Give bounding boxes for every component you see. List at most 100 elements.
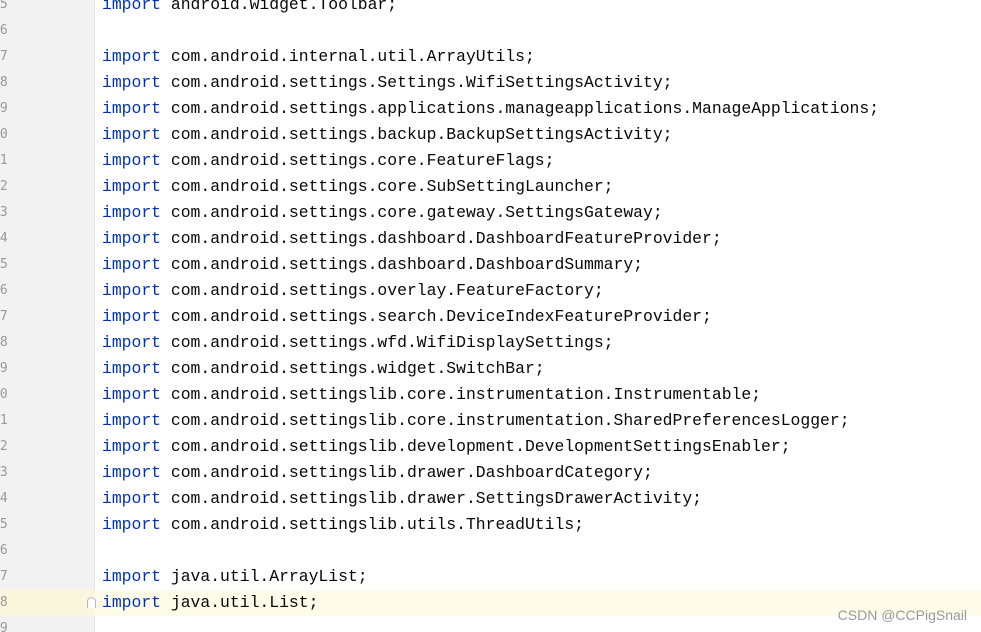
line-number-cell: 70	[0, 382, 94, 408]
code-line[interactable]: 61 import com.android.settings.core.Featu…	[0, 148, 981, 174]
code-line[interactable]: 69 import com.android.settings.widget.Swi…	[0, 356, 981, 382]
import-keyword: import	[102, 307, 162, 326]
line-number-cell: 66	[0, 278, 94, 304]
code-line[interactable]: 58 import com.android.settings.Settings.W…	[0, 70, 981, 96]
import-path: com.android.settings.core.gateway.Settin…	[170, 203, 663, 222]
import-path: com.android.settings.wfd.WifiDisplaySett…	[170, 333, 614, 352]
import-statement: import com.android.settings.applications…	[102, 96, 879, 122]
code-line[interactable]: 65 import com.android.settings.dashboard.…	[0, 252, 981, 278]
line-number-cell: 72	[0, 434, 94, 460]
import-path: com.android.settings.applications.manage…	[170, 99, 880, 118]
line-number-cell: 59	[0, 96, 94, 122]
line-number: 58	[0, 75, 8, 90]
import-path: java.util.ArrayList;	[170, 567, 368, 586]
import-path: com.android.settings.dashboard.Dashboard…	[170, 229, 722, 248]
line-number: 57	[0, 49, 8, 64]
import-statement: import com.android.settingslib.drawer.Da…	[102, 460, 653, 486]
import-keyword: import	[102, 0, 162, 14]
code-line[interactable]: 60 import com.android.settings.backup.Bac…	[0, 122, 981, 148]
line-number-cell: 61	[0, 148, 94, 174]
code-line[interactable]: 59 import com.android.settings.applicatio…	[0, 96, 981, 122]
code-line[interactable]: 67 import com.android.settings.search.Dev…	[0, 304, 981, 330]
import-statement: import com.android.settings.core.SubSett…	[102, 174, 614, 200]
import-path: com.android.settings.core.FeatureFlags;	[170, 151, 555, 170]
import-path: com.android.settingslib.drawer.SettingsD…	[170, 489, 703, 508]
code-line[interactable]: 77 import java.util.ArrayList;	[0, 564, 981, 590]
import-statement: import com.android.settings.wfd.WifiDisp…	[102, 330, 614, 356]
code-line[interactable]: 76	[0, 538, 981, 564]
code-line[interactable]: 55 import android.widget.Toolbar;	[0, 0, 981, 18]
code-line[interactable]: 64 import com.android.settings.dashboard.…	[0, 226, 981, 252]
line-number: 61	[0, 153, 8, 168]
line-number-cell: 74	[0, 486, 94, 512]
code-line[interactable]: 75 import com.android.settingslib.utils.T…	[0, 512, 981, 538]
code-line[interactable]: 63 import com.android.settings.core.gatew…	[0, 200, 981, 226]
line-number: 74	[0, 491, 8, 506]
code-line[interactable]: 72 import com.android.settingslib.develop…	[0, 434, 981, 460]
import-keyword: import	[102, 463, 162, 482]
line-number: 67	[0, 309, 8, 324]
import-path: com.android.settingslib.drawer.Dashboard…	[170, 463, 653, 482]
line-number-cell: 69	[0, 356, 94, 382]
line-number-cell: 78	[0, 590, 96, 616]
line-number: 65	[0, 257, 8, 272]
import-statement: import com.android.settings.core.Feature…	[102, 148, 554, 174]
import-keyword: import	[102, 489, 162, 508]
import-keyword: import	[102, 359, 162, 378]
import-keyword: import	[102, 229, 162, 248]
line-number-cell: 75	[0, 512, 94, 538]
import-keyword: import	[102, 47, 162, 66]
line-number: 77	[0, 569, 8, 584]
line-number-cell: 76	[0, 538, 94, 564]
import-keyword: import	[102, 437, 162, 456]
import-keyword: import	[102, 203, 162, 222]
import-statement: import com.android.settingslib.core.inst…	[102, 382, 761, 408]
code-line[interactable]: 56	[0, 18, 981, 44]
import-keyword: import	[102, 333, 162, 352]
import-keyword: import	[102, 255, 162, 274]
code-line[interactable]: 57 import com.android.internal.util.Array…	[0, 44, 981, 70]
code-line[interactable]: 74 import com.android.settingslib.drawer.…	[0, 486, 981, 512]
import-keyword: import	[102, 411, 162, 430]
import-statement: import com.android.settings.dashboard.Da…	[102, 252, 643, 278]
code-editor[interactable]: 55 import android.widget.Toolbar; 56 57 impo…	[0, 0, 981, 632]
code-line[interactable]: 68 import com.android.settings.wfd.WifiDi…	[0, 330, 981, 356]
line-number: 75	[0, 517, 8, 532]
line-number: 64	[0, 231, 8, 246]
line-number-cell: 60	[0, 122, 94, 148]
fold-icon[interactable]	[87, 597, 96, 608]
code-line[interactable]: 73 import com.android.settingslib.drawer.…	[0, 460, 981, 486]
import-keyword: import	[102, 73, 162, 92]
import-keyword: import	[102, 593, 162, 612]
code-line[interactable]: 71 import com.android.settingslib.core.in…	[0, 408, 981, 434]
import-statement: import com.android.settings.backup.Backu…	[102, 122, 673, 148]
import-statement: import com.android.settings.search.Devic…	[102, 304, 712, 330]
line-number: 55	[0, 0, 8, 12]
import-path: com.android.settingslib.utils.ThreadUtil…	[170, 515, 584, 534]
import-path: com.android.settingslib.development.Deve…	[170, 437, 791, 456]
import-keyword: import	[102, 515, 162, 534]
line-number-cell: 64	[0, 226, 94, 252]
import-keyword: import	[102, 177, 162, 196]
import-path: com.android.settingslib.core.instrumenta…	[170, 411, 850, 430]
import-path: com.android.settings.dashboard.Dashboard…	[170, 255, 644, 274]
import-statement: import java.util.List;	[102, 590, 318, 616]
code-line[interactable]: 79	[0, 616, 981, 632]
line-number: 59	[0, 101, 8, 116]
line-number-cell: 77	[0, 564, 94, 590]
line-number-cell: 62	[0, 174, 94, 200]
line-number: 70	[0, 387, 8, 402]
import-statement: import java.util.ArrayList;	[102, 564, 368, 590]
line-number-cell: 67	[0, 304, 94, 330]
import-path: com.android.settings.overlay.FeatureFact…	[170, 281, 604, 300]
code-line[interactable]: 62 import com.android.settings.core.SubSe…	[0, 174, 981, 200]
watermark: CSDN @CCPigSnail	[837, 607, 967, 623]
code-line[interactable]: 66 import com.android.settings.overlay.Fe…	[0, 278, 981, 304]
import-statement: import com.android.settings.dashboard.Da…	[102, 226, 722, 252]
line-number-cell: 68	[0, 330, 94, 356]
import-statement: import com.android.settings.Settings.Wif…	[102, 70, 673, 96]
import-keyword: import	[102, 151, 162, 170]
current-code-line[interactable]: 78 import java.util.List;	[0, 590, 981, 616]
line-number: 72	[0, 439, 8, 454]
code-line[interactable]: 70 import com.android.settingslib.core.in…	[0, 382, 981, 408]
